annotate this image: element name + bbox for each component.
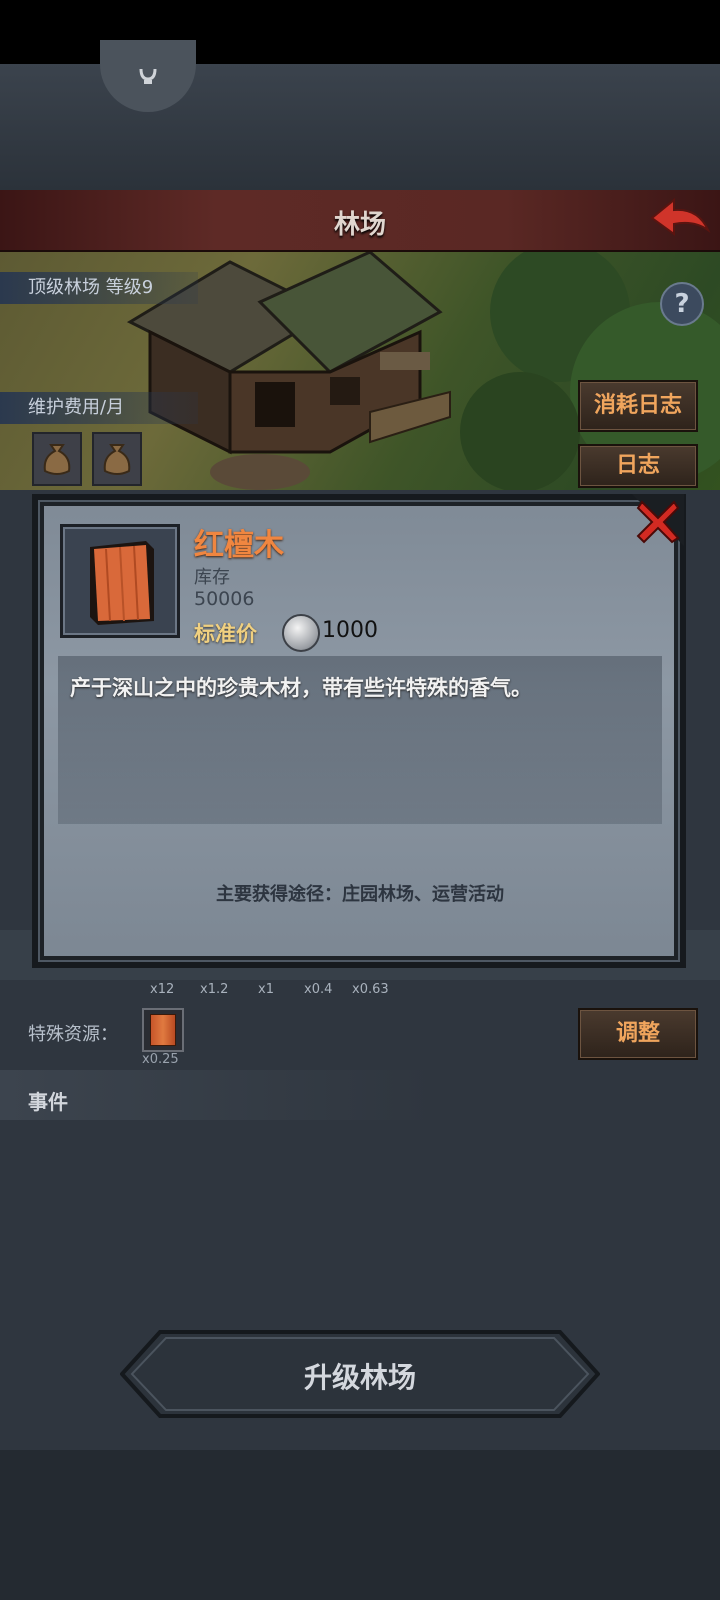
log-button[interactable]: 日志 <box>578 444 698 488</box>
redwood-plank-icon <box>90 541 154 625</box>
back-arrow-icon[interactable] <box>648 196 712 244</box>
maintenance-label: 维护费用/月 <box>0 392 198 424</box>
bottom-area <box>0 1450 720 1600</box>
item-description: 产于深山之中的珍贵木材，带有些许特殊的香气。 <box>70 676 532 700</box>
item-name: 红檀木 <box>194 528 284 563</box>
price-label: 标准价 <box>194 622 257 646</box>
events-strip <box>0 1070 720 1120</box>
multiplier-value: x1.2 <box>200 982 229 997</box>
redwood-icon[interactable] <box>142 1008 184 1052</box>
silver-coin-icon <box>282 614 320 652</box>
grain-sack-icon[interactable] <box>92 432 142 486</box>
help-icon[interactable]: ? <box>660 282 704 326</box>
close-icon[interactable] <box>632 494 684 546</box>
coin-sack-icon[interactable] <box>32 432 82 486</box>
page-title: 林场 <box>333 210 386 240</box>
events-label: 事件 <box>28 1090 68 1114</box>
adjust-button[interactable]: 调整 <box>578 1008 698 1060</box>
multiplier-value: x1 <box>258 982 274 997</box>
consume-log-button[interactable]: 消耗日志 <box>578 380 698 432</box>
item-source: 主要获得途径：庄园林场、运营活动 <box>216 884 504 905</box>
special-multiplier: x0.25 <box>142 1052 179 1067</box>
price-value: 1000 <box>322 618 378 643</box>
special-resource-label: 特殊资源： <box>28 1024 118 1045</box>
multiplier-value: x0.4 <box>304 982 333 997</box>
multiplier-value: x12 <box>150 982 175 997</box>
multiplier-value: x0.63 <box>352 982 389 997</box>
item-icon-frame <box>60 524 180 638</box>
title-bar: 林场 <box>0 190 720 253</box>
upgrade-button-label[interactable]: 升级林场 <box>120 1356 600 1396</box>
stock-value: 50006 <box>194 588 255 610</box>
stock-label: 库存 <box>194 567 230 588</box>
lightbulb-icon <box>139 68 157 84</box>
building-level-label: 顶级林场 等级9 <box>0 272 198 304</box>
